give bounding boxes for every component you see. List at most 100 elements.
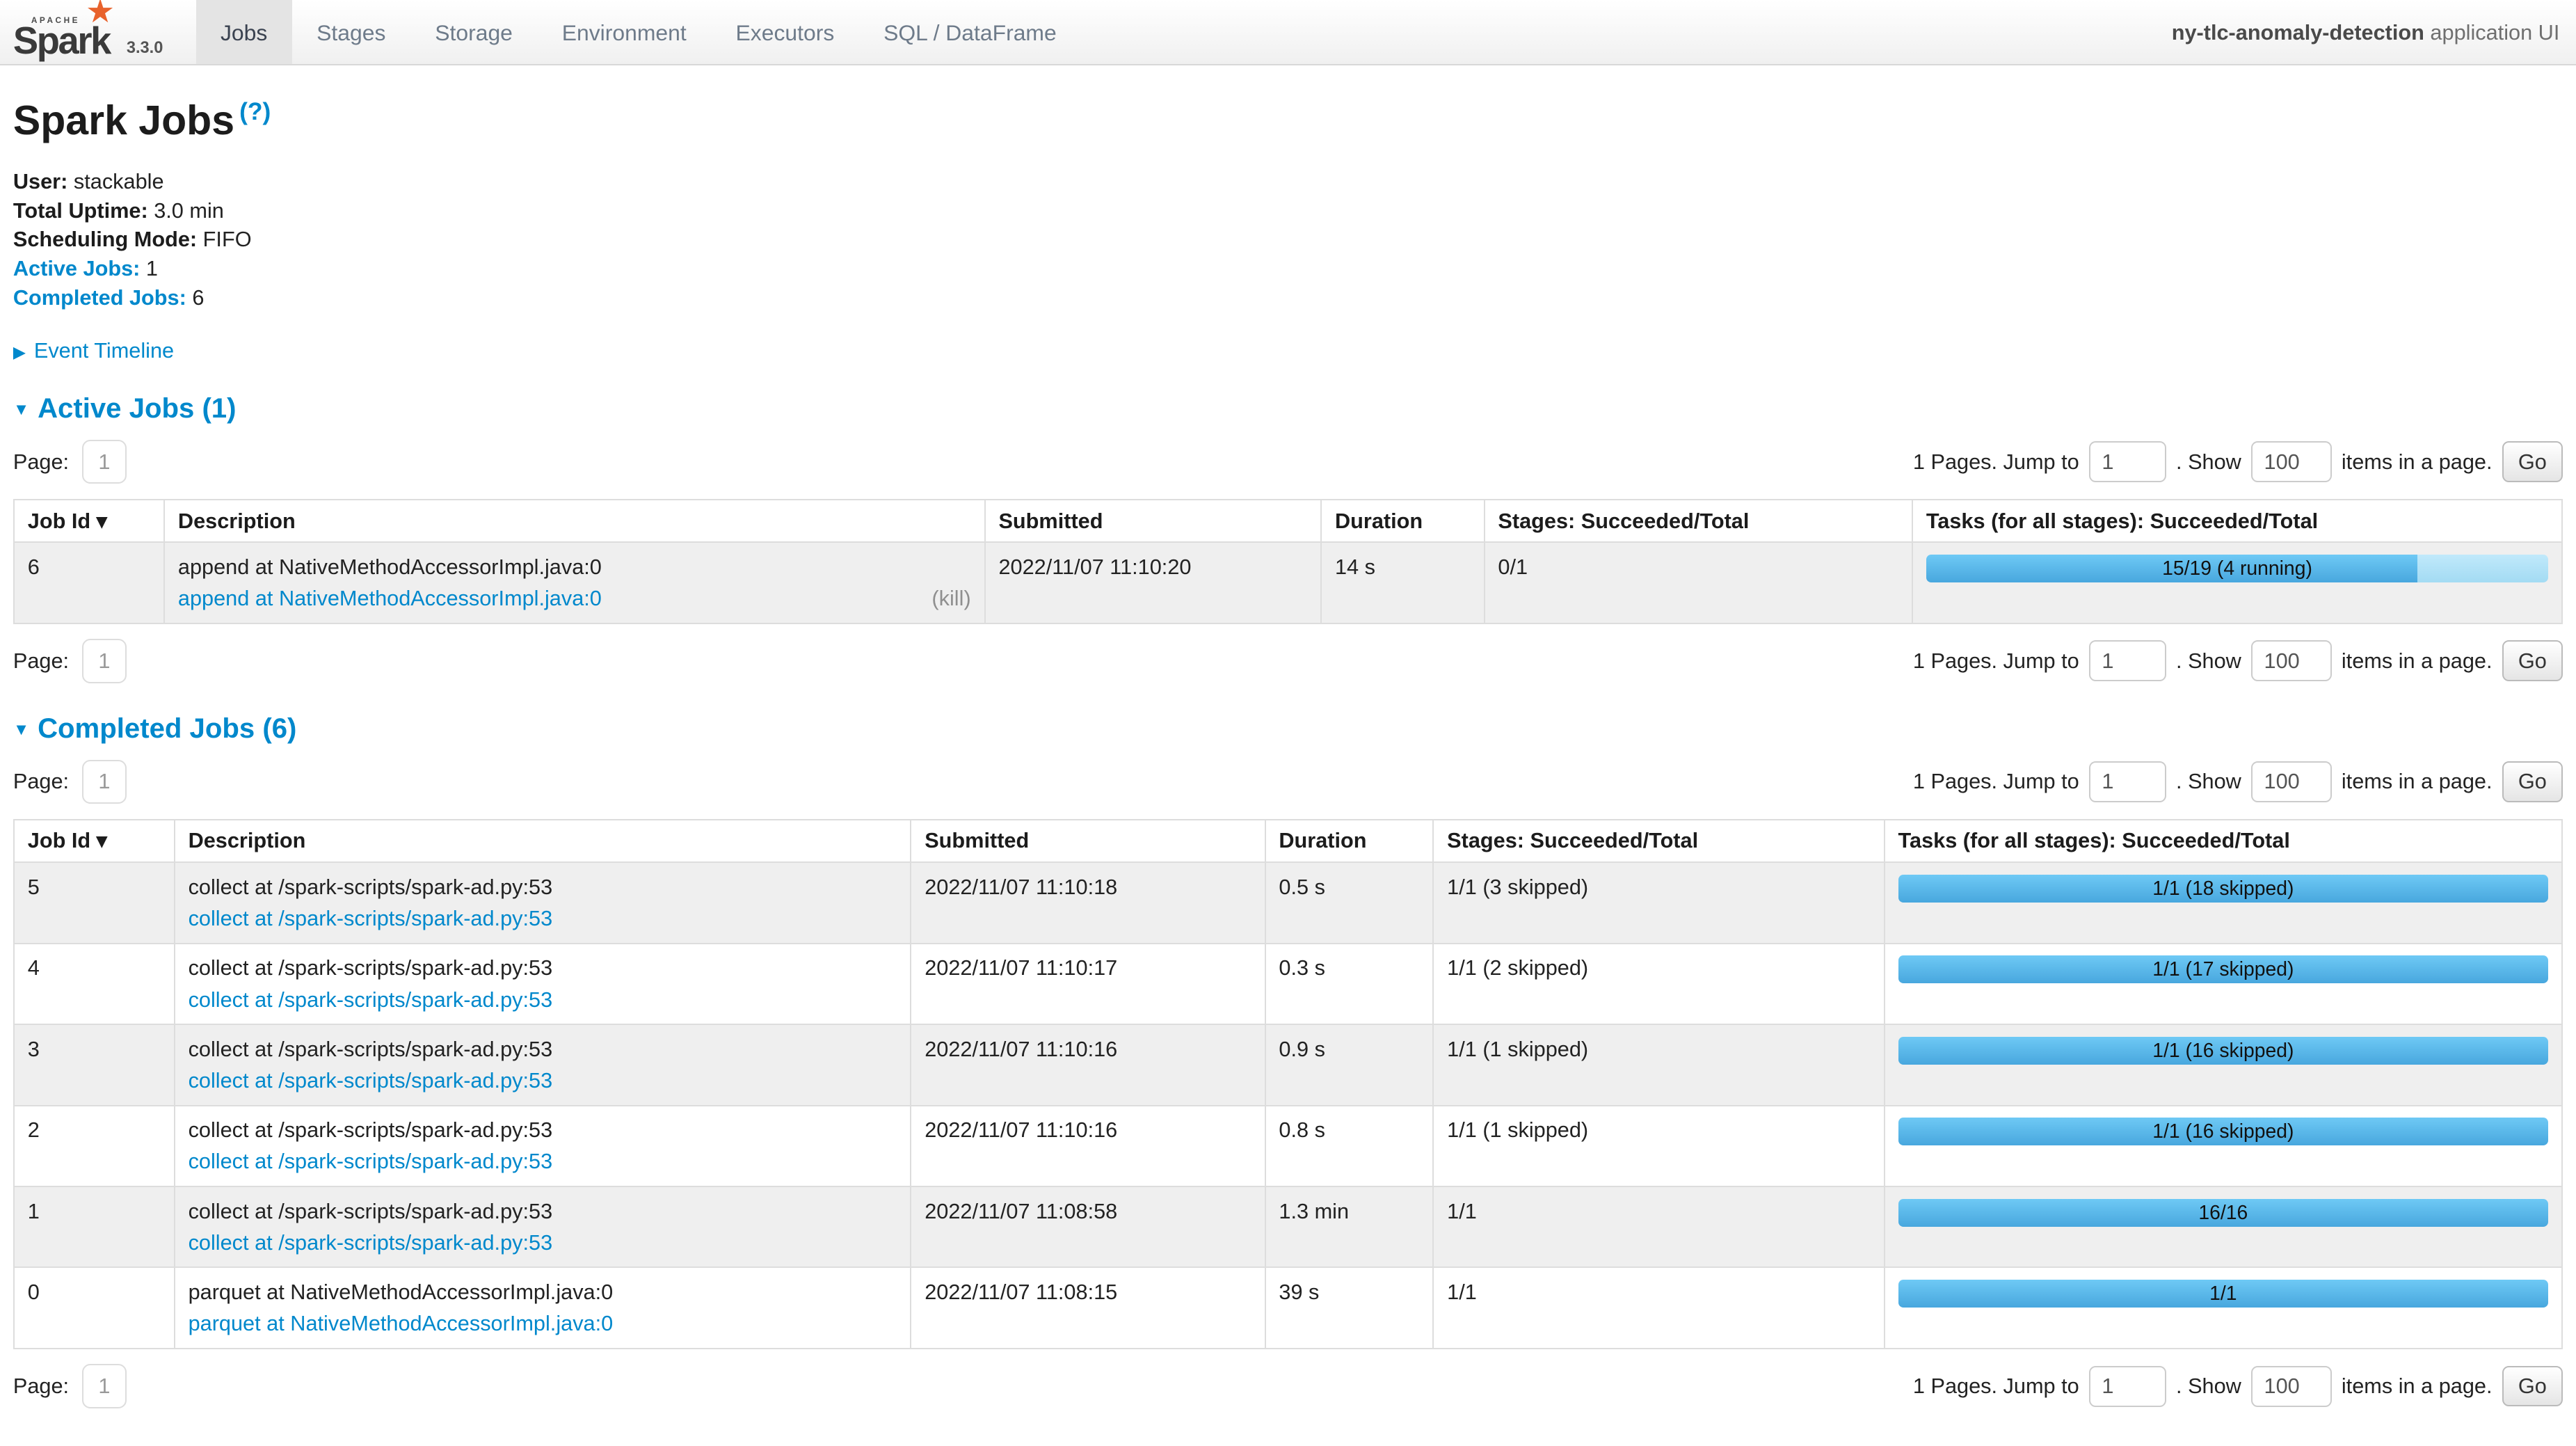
go-button[interactable]: Go — [2502, 761, 2563, 802]
stages-cell: 1/1 (1 skipped) — [1433, 1106, 1884, 1186]
description-text: collect at /spark-scripts/spark-ad.py:53 — [189, 1199, 897, 1224]
tab-environment[interactable]: Environment — [537, 0, 711, 64]
pages-count-text: 1 Pages. Jump to — [1913, 1374, 2079, 1399]
col-job-id[interactable]: Job Id ▾ — [14, 500, 164, 543]
col-description[interactable]: Description — [175, 820, 911, 863]
submitted-cell: 2022/11/07 11:10:17 — [911, 944, 1265, 1024]
description-link[interactable]: collect at /spark-scripts/spark-ad.py:53 — [189, 906, 553, 931]
completed-jobs-link[interactable]: Completed Jobs: — [13, 285, 186, 310]
duration-cell: 0.9 s — [1265, 1024, 1434, 1105]
event-timeline-toggle[interactable]: ▶ Event Timeline — [13, 338, 2563, 363]
show-text: . Show — [2176, 769, 2241, 794]
pages-count-text: 1 Pages. Jump to — [1913, 769, 2079, 794]
job-id-cell: 2 — [14, 1106, 175, 1186]
page-size-input[interactable] — [2251, 1366, 2332, 1407]
tasks-cell: 1/1 (18 skipped) — [1885, 862, 2562, 943]
tasks-progress-bar: 1/1 (16 skipped) — [1898, 1037, 2549, 1065]
page-size-input[interactable] — [2251, 640, 2332, 681]
description-link[interactable]: append at NativeMethodAccessorImpl.java:… — [178, 586, 602, 611]
tab-storage[interactable]: Storage — [410, 0, 537, 64]
go-button[interactable]: Go — [2502, 441, 2563, 482]
jump-to-input[interactable] — [2089, 761, 2166, 802]
tab-sql-dataframe[interactable]: SQL / DataFrame — [859, 0, 1081, 64]
submitted-cell: 2022/11/07 11:10:16 — [911, 1024, 1265, 1105]
col-tasks[interactable]: Tasks (for all stages): Succeeded/Total — [1912, 500, 2562, 543]
page-input[interactable] — [82, 639, 127, 683]
tab-stages[interactable]: Stages — [292, 0, 410, 64]
go-button[interactable]: Go — [2502, 1366, 2563, 1407]
items-text: items in a page. — [2342, 450, 2493, 475]
tasks-progress-bar: 1/1 (17 skipped) — [1898, 955, 2549, 983]
jump-to-input[interactable] — [2089, 441, 2166, 482]
caret-right-icon: ▶ — [13, 344, 26, 362]
spark-version-label: 3.3.0 — [127, 39, 163, 61]
completed-job-row: 1 collect at /spark-scripts/spark-ad.py:… — [14, 1186, 2562, 1267]
show-text: . Show — [2176, 649, 2241, 674]
kill-link[interactable]: (kill) — [931, 586, 970, 611]
page-size-input[interactable] — [2251, 441, 2332, 482]
col-description[interactable]: Description — [164, 500, 985, 543]
description-cell: collect at /spark-scripts/spark-ad.py:53… — [175, 1106, 911, 1186]
tasks-cell: 1/1 (16 skipped) — [1885, 1106, 2562, 1186]
stages-cell: 1/1 — [1433, 1186, 1884, 1267]
tab-executors[interactable]: Executors — [711, 0, 859, 64]
col-stages[interactable]: Stages: Succeeded/Total — [1485, 500, 1912, 543]
job-id-cell: 3 — [14, 1024, 175, 1105]
col-submitted[interactable]: Submitted — [911, 820, 1265, 863]
job-id-cell: 0 — [14, 1267, 175, 1348]
pages-count-text: 1 Pages. Jump to — [1913, 450, 2079, 475]
page-label: Page: — [13, 450, 69, 475]
description-link[interactable]: parquet at NativeMethodAccessorImpl.java… — [189, 1311, 614, 1336]
spark-logo[interactable]: APACHE Spark ★ 3.3.0 — [0, 0, 176, 64]
completed-jobs-count: 6 — [192, 285, 204, 310]
active-jobs-pagination-bottom: Page: 1 Pages. Jump to . Show items in a… — [13, 639, 2563, 683]
caret-down-icon: ▼ — [13, 721, 29, 739]
description-cell: collect at /spark-scripts/spark-ad.py:53… — [175, 1024, 911, 1105]
progress-label: 1/1 (17 skipped) — [1898, 955, 2549, 983]
duration-cell: 14 s — [1321, 542, 1484, 623]
user-value: stackable — [74, 169, 164, 193]
page-jump-controls: 1 Pages. Jump to . Show items in a page.… — [1913, 761, 2563, 802]
progress-label: 1/1 — [1898, 1280, 2549, 1308]
page-input[interactable] — [82, 440, 127, 484]
active-jobs-section-title: Active Jobs (1) — [38, 392, 236, 424]
col-stages[interactable]: Stages: Succeeded/Total — [1433, 820, 1884, 863]
description-text: collect at /spark-scripts/spark-ad.py:53 — [189, 1037, 897, 1062]
description-link[interactable]: collect at /spark-scripts/spark-ad.py:53 — [189, 1068, 553, 1093]
page-size-input[interactable] — [2251, 761, 2332, 802]
description-cell: collect at /spark-scripts/spark-ad.py:53… — [175, 944, 911, 1024]
page-input[interactable] — [82, 1364, 127, 1408]
tab-jobs[interactable]: Jobs — [196, 0, 292, 64]
tasks-progress-bar: 16/16 — [1898, 1199, 2549, 1227]
tasks-cell: 16/16 — [1885, 1186, 2562, 1267]
job-id-cell: 1 — [14, 1186, 175, 1267]
application-title: ny-tlc-anomaly-detection application UI — [2172, 0, 2576, 64]
event-timeline-label: Event Timeline — [34, 338, 174, 363]
col-duration[interactable]: Duration — [1321, 500, 1484, 543]
show-text: . Show — [2176, 450, 2241, 475]
completed-jobs-section-header[interactable]: ▼Completed Jobs (6) — [13, 713, 2563, 745]
active-jobs-link[interactable]: Active Jobs: — [13, 256, 140, 280]
col-job-id[interactable]: Job Id ▾ — [14, 820, 175, 863]
active-jobs-section-header[interactable]: ▼Active Jobs (1) — [13, 392, 2563, 424]
stages-cell: 0/1 — [1485, 542, 1912, 623]
help-link[interactable]: (?) — [239, 97, 271, 125]
jump-to-input[interactable] — [2089, 1366, 2166, 1407]
jump-to-input[interactable] — [2089, 640, 2166, 681]
submitted-cell: 2022/11/07 11:08:15 — [911, 1267, 1265, 1348]
col-submitted[interactable]: Submitted — [985, 500, 1322, 543]
duration-cell: 0.5 s — [1265, 862, 1434, 943]
col-tasks[interactable]: Tasks (for all stages): Succeeded/Total — [1885, 820, 2562, 863]
scheduling-mode-value: FIFO — [203, 227, 252, 251]
col-duration[interactable]: Duration — [1265, 820, 1434, 863]
description-text: append at NativeMethodAccessorImpl.java:… — [178, 555, 971, 580]
description-link[interactable]: collect at /spark-scripts/spark-ad.py:53 — [189, 987, 553, 1012]
page-input[interactable] — [82, 760, 127, 804]
go-button[interactable]: Go — [2502, 640, 2563, 681]
description-link[interactable]: collect at /spark-scripts/spark-ad.py:53 — [189, 1149, 553, 1174]
completed-job-row: 4 collect at /spark-scripts/spark-ad.py:… — [14, 944, 2562, 1024]
completed-jobs-pagination-top: Page: 1 Pages. Jump to . Show items in a… — [13, 760, 2563, 804]
description-link[interactable]: collect at /spark-scripts/spark-ad.py:53 — [189, 1230, 553, 1255]
completed-job-row: 5 collect at /spark-scripts/spark-ad.py:… — [14, 862, 2562, 943]
tasks-cell: 15/19 (4 running) — [1912, 542, 2562, 623]
